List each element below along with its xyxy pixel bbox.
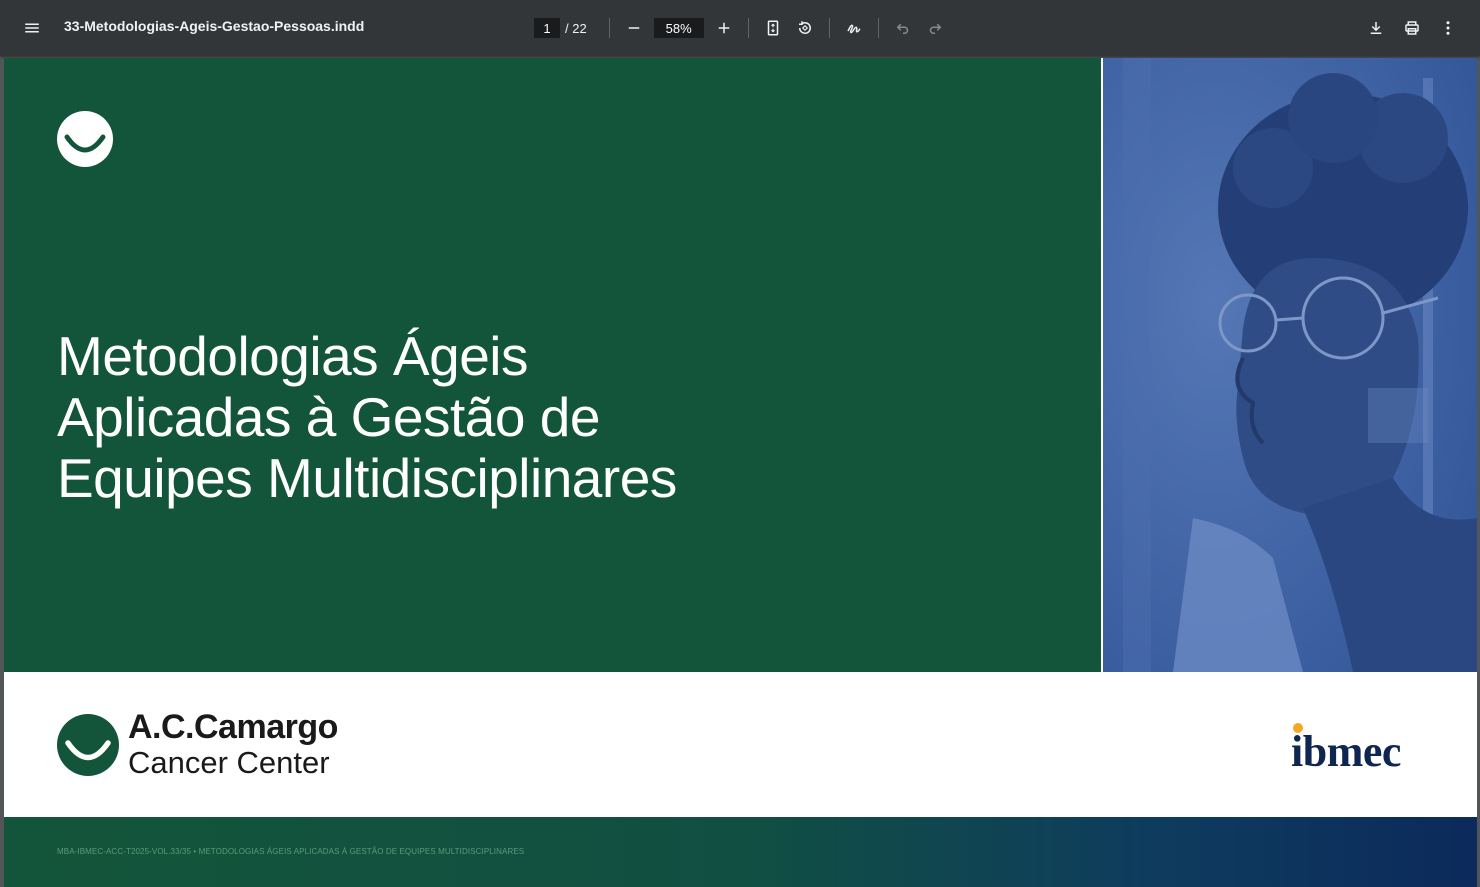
- footer-text: MBA-IBMEC-ACC-T2025-VOL.33/35 • METODOLO…: [57, 847, 525, 856]
- document-filename: 33-Metodologias-Ageis-Gestao-Pessoas.ind…: [64, 18, 365, 34]
- pdf-page: Metodologias Ágeis Aplicadas à Gestão de…: [4, 58, 1477, 887]
- pdf-toolbar: 33-Metodologias-Ageis-Gestao-Pessoas.ind…: [0, 0, 1480, 56]
- ibmec-logo-dot: [1293, 723, 1303, 733]
- cover-title: Metodologias Ágeis Aplicadas à Gestão de…: [57, 326, 857, 509]
- acc-brand-name: A.C.Camargo Cancer Center: [128, 708, 338, 780]
- undo-icon[interactable]: [887, 12, 919, 44]
- page-zoom-controls: / 22: [530, 12, 951, 44]
- cover-title-line-2: Aplicadas à Gestão de: [57, 386, 600, 448]
- toolbar-separator: [877, 18, 879, 38]
- toolbar-separator: [747, 18, 749, 38]
- acc-smile-logo-icon: [57, 111, 113, 167]
- fit-page-icon[interactable]: [757, 12, 789, 44]
- redo-icon[interactable]: [919, 12, 951, 44]
- zoom-in-icon[interactable]: [708, 12, 740, 44]
- acc-brand-logo-icon: [57, 714, 119, 776]
- brand-line-1: A.C.Camargo: [128, 708, 338, 746]
- annotate-icon[interactable]: [838, 12, 870, 44]
- ibmec-logo: ibmec: [1291, 727, 1401, 776]
- page-number-input[interactable]: [534, 18, 560, 38]
- menu-icon[interactable]: [16, 12, 48, 44]
- cover-title-line-1: Metodologias Ágeis: [57, 325, 529, 387]
- woman-portrait-image: [1103, 58, 1477, 672]
- print-icon[interactable]: [1396, 12, 1428, 44]
- file-actions: [1360, 12, 1464, 44]
- page-total: / 22: [565, 20, 587, 36]
- zoom-out-icon[interactable]: [618, 12, 650, 44]
- download-icon[interactable]: [1360, 12, 1392, 44]
- more-vert-icon[interactable]: [1432, 12, 1464, 44]
- cover-photo: [1103, 58, 1477, 672]
- cover-title-line-3: Equipes Multidisciplinares: [57, 447, 677, 509]
- toolbar-separator: [608, 18, 610, 38]
- zoom-input[interactable]: [653, 18, 704, 38]
- toolbar-separator: [828, 18, 830, 38]
- rotate-icon[interactable]: [789, 12, 821, 44]
- brand-line-2: Cancer Center: [128, 745, 330, 780]
